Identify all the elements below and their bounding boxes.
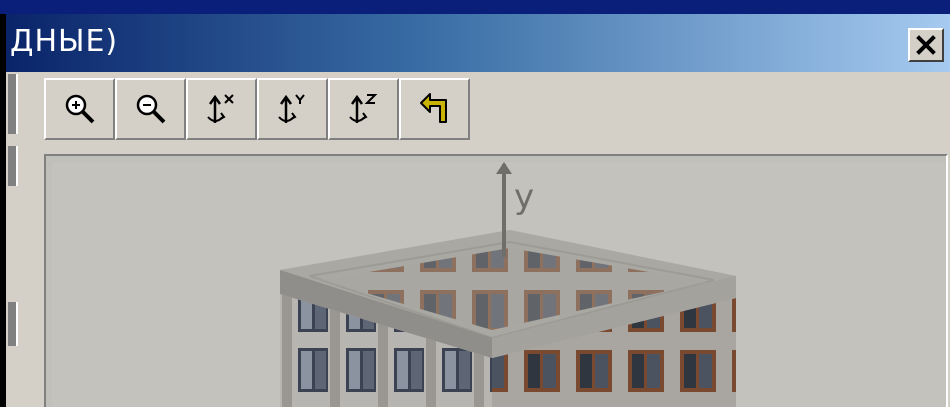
rotate-z-icon (348, 94, 377, 123)
zoom-in-button[interactable] (44, 78, 115, 140)
close-icon (916, 35, 936, 55)
axis-label-y: y (514, 177, 534, 217)
rotate-x-button[interactable] (186, 78, 257, 140)
close-button[interactable] (908, 28, 944, 62)
title-bar[interactable]: ДНЫЕ) (6, 14, 950, 72)
desktop-top-strip (0, 0, 950, 14)
rotate-y-button[interactable] (257, 78, 328, 140)
undo-arrow-icon (419, 93, 447, 123)
zoom-out-icon (136, 94, 165, 124)
view-toolbar (44, 78, 474, 140)
zoom-out-button[interactable] (115, 78, 186, 140)
zoom-in-icon (65, 94, 94, 124)
left-panel-divider (8, 74, 18, 134)
left-panel-divider (8, 146, 18, 186)
building-model: y (280, 162, 736, 407)
rotate-x-icon (206, 94, 234, 123)
rotate-y-icon (277, 94, 305, 123)
window-title: ДНЫЕ) (10, 24, 119, 59)
left-panel-divider (8, 302, 18, 346)
rotate-z-button[interactable] (328, 78, 399, 140)
viewport-canvas[interactable]: y (52, 162, 946, 407)
viewer-window: ДНЫЕ) y (0, 14, 950, 407)
left-panel-edge (6, 72, 28, 407)
3d-viewport[interactable]: y (44, 154, 948, 407)
undo-button[interactable] (399, 78, 470, 140)
